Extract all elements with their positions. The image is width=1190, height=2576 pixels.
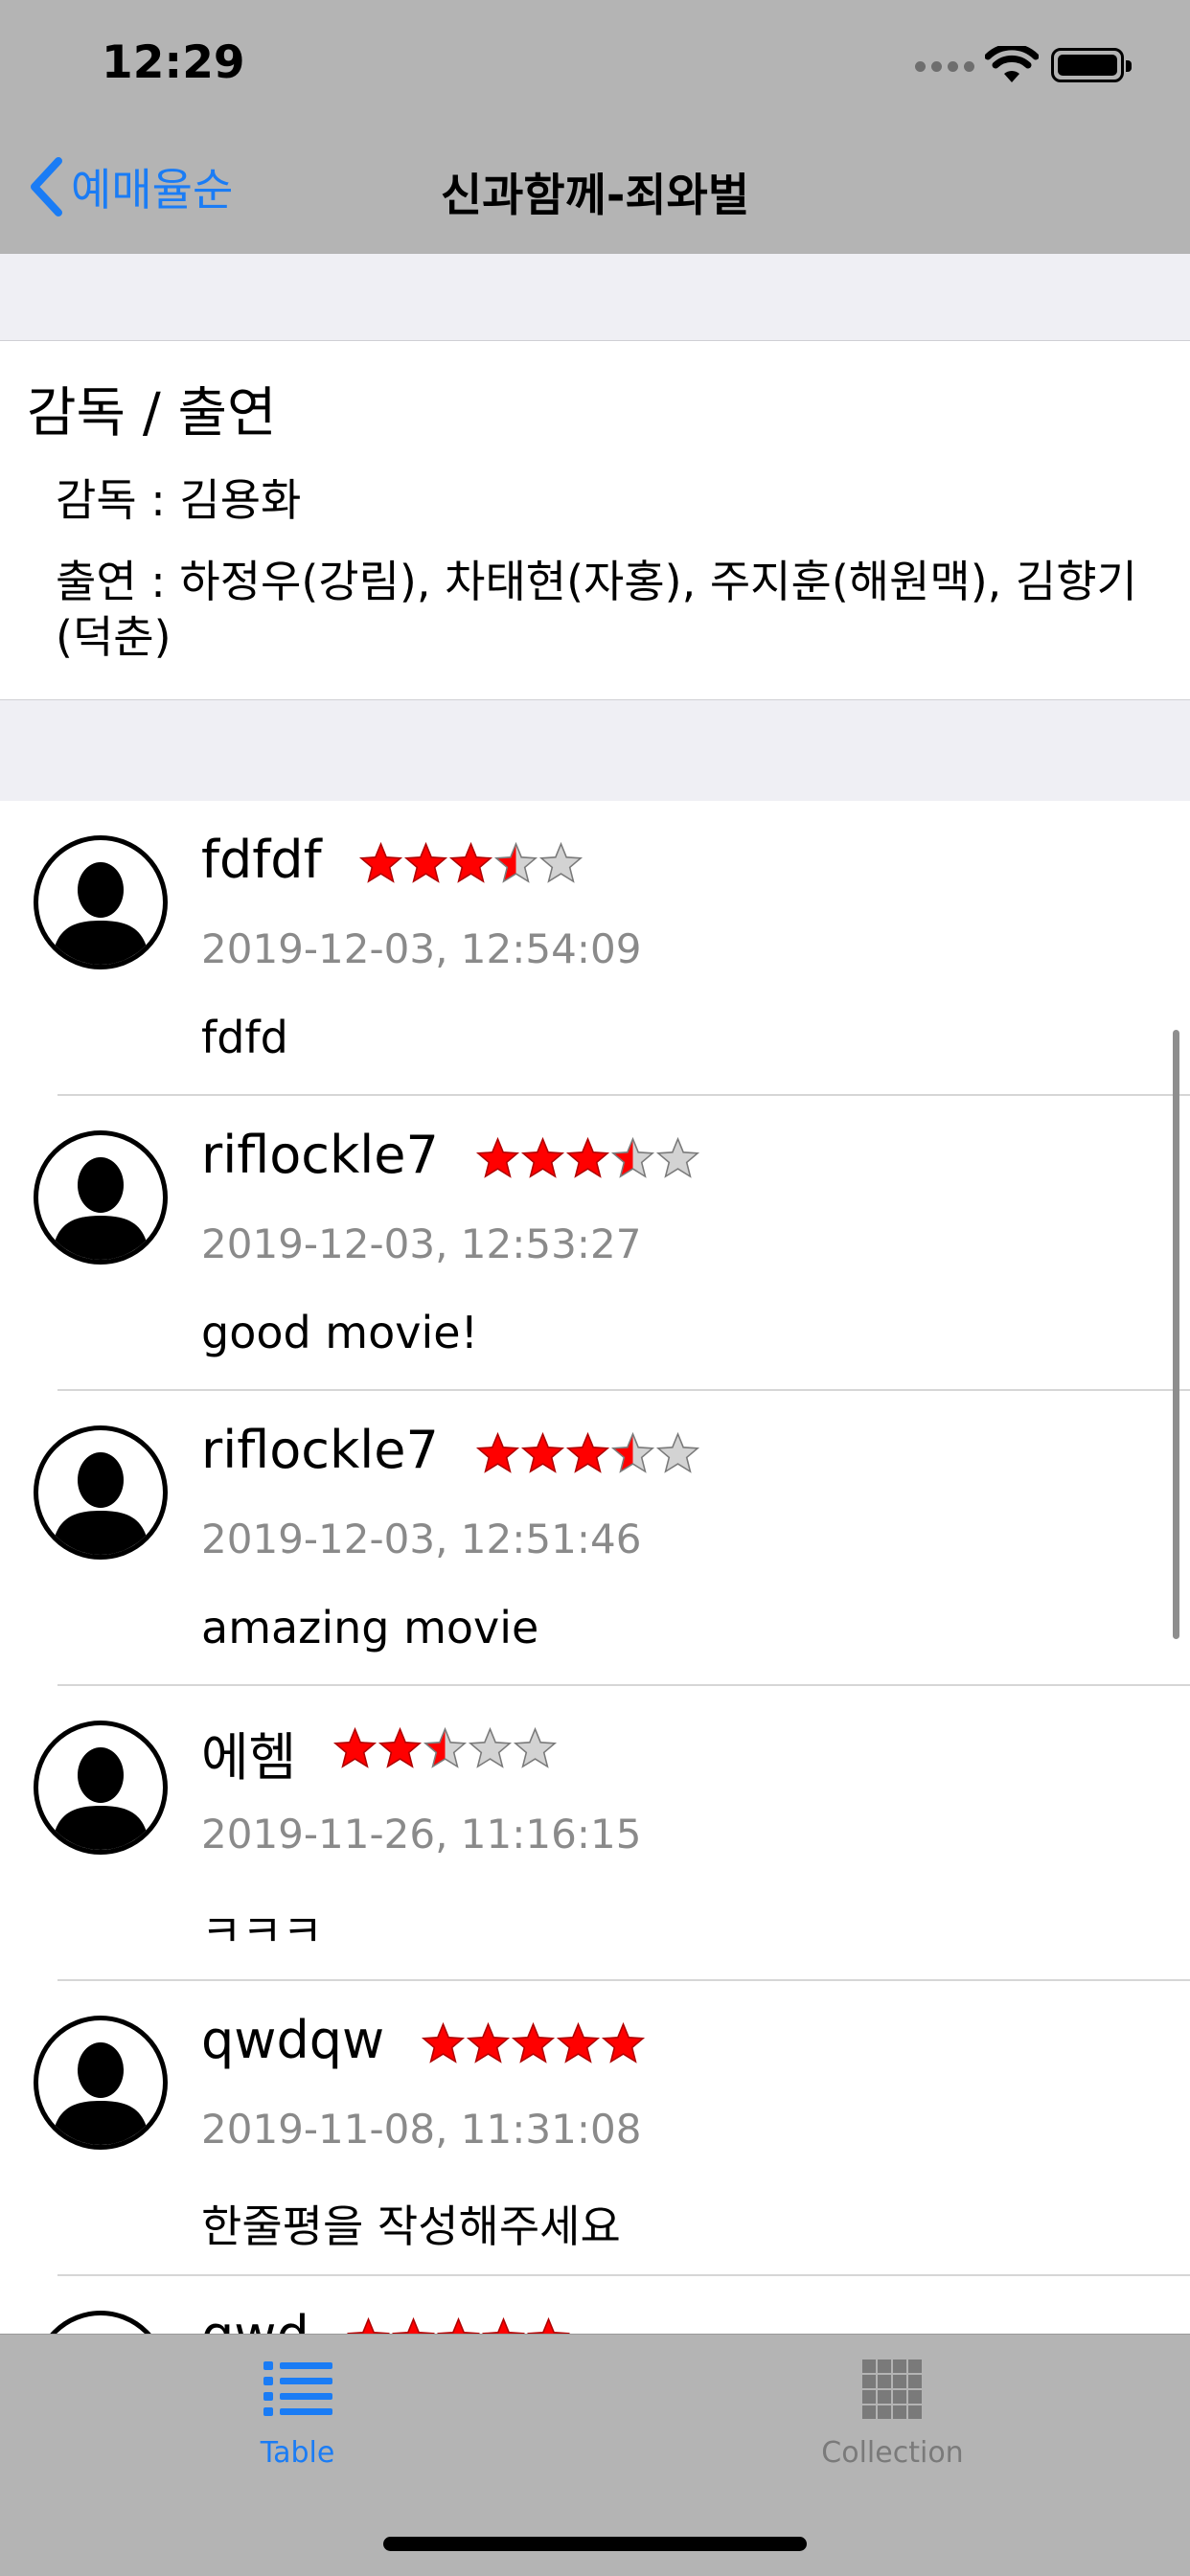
review-date: 2019-12-03, 12:53:27 [201,1220,642,1267]
grid-icon [861,2359,922,2419]
tab-collection[interactable]: Collection [595,2335,1190,2488]
review-row[interactable]: riflockle7 2019-12-03, 12:53:27 good movie… [0,1096,1190,1391]
review-row[interactable]: qwdqw 2019-11-08, 11:31:08 한줄평을 작성해주세요 [0,1981,1190,2276]
section-spacer [0,699,1190,802]
review-list[interactable]: fdfdf 2019-12-03, 12:54:09 fdfd riflockle7 2… [0,801,1190,2334]
star-icon [403,841,447,883]
tab-label: Collection [821,2436,964,2470]
star-icon [481,2316,525,2334]
star-icon [358,841,402,883]
star-icon [391,2316,435,2334]
star-icon [469,1726,513,1768]
tab-table[interactable]: Table [0,2335,595,2488]
star-icon [655,1136,699,1178]
review-comment: 한줄평을 작성해주세요 [201,2200,621,2252]
top-bar: 12:29 예매율순 신과함께-죄와벌 [0,0,1190,255]
star-icon [422,2021,466,2063]
star-icon [346,2316,390,2334]
star-icon [475,1431,519,1473]
star-icon [493,841,538,883]
star-icon [557,2021,601,2063]
star-icon [538,841,583,883]
star-rating [332,1726,558,1772]
review-nickname: qwdqw [201,2010,385,2070]
star-rating [421,2021,646,2067]
star-icon [655,1431,699,1473]
star-icon [520,1136,564,1178]
cast-text: 출연 : 하정우(강림), 차태현(자홍), 주지훈(해원맥), 김향기(덕춘) [56,556,1137,663]
star-rating [475,1431,700,1477]
review-comment: ㅋㅋㅋ [201,1905,323,1957]
user-avatar-icon [34,2311,168,2334]
user-avatar-icon [34,1130,168,1265]
review-comment: good movie! [201,1307,479,1358]
tab-label: Table [260,2436,335,2470]
review-comment: amazing movie [201,1602,539,1653]
star-icon [436,2316,480,2334]
review-nickname: 에헴 [201,1727,297,1788]
star-icon [565,1431,609,1473]
review-date: 2019-12-03, 12:54:09 [201,925,642,972]
star-icon [610,1431,654,1473]
review-row[interactable]: 에헴 2019-11-26, 11:16:15 ㅋㅋㅋ [0,1686,1190,1981]
star-rating [475,1136,700,1182]
review-comment: fdfd [201,1012,288,1063]
user-avatar-icon [34,1425,168,1560]
star-icon [602,2021,646,2063]
star-icon [610,1136,654,1178]
star-icon [526,2316,570,2334]
user-avatar-icon [34,2016,168,2150]
star-icon [565,1136,609,1178]
star-icon [512,2021,556,2063]
section-spacer [0,254,1190,341]
credits-section: 감독 / 출연 감독 : 김용화 출연 : 하정우(강림), 차태현(자홍), … [0,341,1190,699]
user-avatar-icon [34,1721,168,1855]
review-date: 2019-12-03, 12:51:46 [201,1516,642,1562]
star-icon [514,1726,558,1768]
star-icon [448,841,492,883]
review-nickname: riflockle7 [201,1125,439,1185]
list-icon [263,2361,332,2416]
wifi-icon [985,46,1039,82]
star-icon [475,1136,519,1178]
home-indicator [383,2537,807,2551]
review-row[interactable]: qwd [0,2276,1190,2334]
status-time: 12:29 [102,36,245,89]
star-icon [378,1726,423,1768]
review-nickname: fdfdf [201,830,322,890]
review-nickname: riflockle7 [201,1420,439,1480]
review-row[interactable]: riflockle7 2019-12-03, 12:51:46 amazing mo… [0,1391,1190,1686]
review-date: 2019-11-08, 11:31:08 [201,2106,642,2153]
cellular-signal-icon [915,61,974,75]
star-rating [358,841,584,887]
review-row[interactable]: fdfdf 2019-12-03, 12:54:09 fdfd [0,801,1190,1096]
scrollbar[interactable] [1173,1030,1179,1639]
battery-icon [1051,48,1132,82]
star-icon [423,1726,468,1768]
star-icon [520,1431,564,1473]
star-icon [467,2021,511,2063]
star-icon [333,1726,378,1768]
review-date: 2019-11-26, 11:16:15 [201,1811,642,1858]
credits-heading: 감독 / 출연 [27,382,277,445]
director-text: 감독 : 김용화 [56,474,302,526]
page-title: 신과함께-죄와벌 [440,170,750,222]
review-nickname: qwd [201,2305,309,2334]
star-rating [346,2316,571,2334]
user-avatar-icon [34,835,168,969]
